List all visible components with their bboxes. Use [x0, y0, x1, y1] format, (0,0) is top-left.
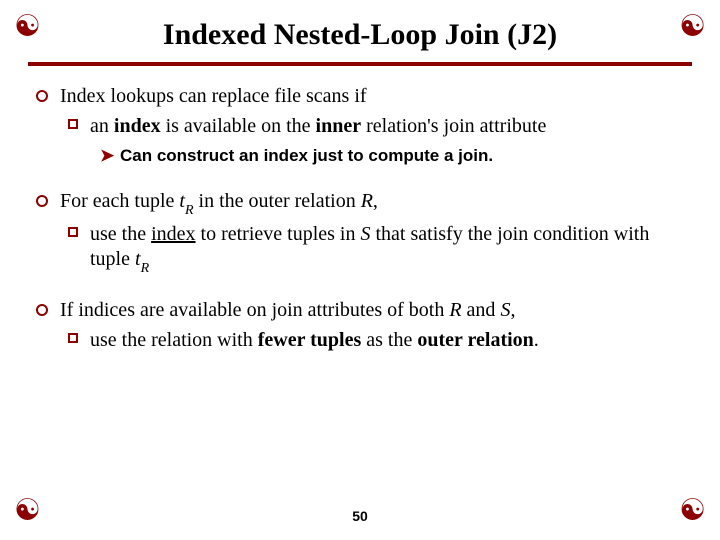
bullet-item: Index lookups can replace file scans if … [60, 84, 680, 167]
slide: ☯ ☯ ☯ ☯ Indexed Nested-Loop Join (J2) In… [0, 0, 720, 540]
bullet-text: Index lookups can replace file scans if [60, 85, 367, 107]
bold-text: inner [316, 115, 362, 137]
italic-var: R [361, 190, 373, 212]
sub-bullet-text: an index is available on the inner relat… [90, 115, 546, 137]
subscript-var: R [141, 261, 150, 276]
arrow-bullet-icon: ➤ [100, 145, 114, 167]
square-bullet-icon [68, 119, 78, 129]
page-number: 50 [0, 508, 720, 524]
bullet-text: For each tuple tR in the outer relation … [60, 190, 378, 212]
text-fragment: an [90, 115, 114, 137]
sub-bullet-item: use the index to retrieve tuples in S th… [90, 222, 680, 277]
italic-var: S [500, 299, 510, 321]
text-fragment: as the [361, 329, 417, 351]
text-fragment: If indices are available on join attribu… [60, 299, 449, 321]
text-fragment: , [373, 190, 378, 212]
bullet-item: If indices are available on join attribu… [60, 298, 680, 353]
slide-title: Indexed Nested-Loop Join (J2) [0, 0, 720, 62]
bullet-text: If indices are available on join attribu… [60, 299, 515, 321]
text-fragment: use the relation with [90, 329, 258, 351]
text-fragment: For each tuple [60, 190, 179, 212]
text-fragment: and [462, 299, 501, 321]
circle-bullet-icon [36, 90, 48, 102]
bold-text: index [114, 115, 161, 137]
text-fragment: in the outer relation [194, 190, 361, 212]
text-fragment: use the [90, 223, 151, 245]
text-fragment: , [510, 299, 515, 321]
slide-body: Index lookups can replace file scans if … [0, 84, 720, 354]
bold-text: fewer tuples [258, 329, 362, 351]
circle-bullet-icon [36, 195, 48, 207]
text-fragment: to retrieve tuples in [196, 223, 361, 245]
text-fragment: relation's join attribute [361, 115, 546, 137]
text-fragment: is available on the [161, 115, 316, 137]
title-rule [28, 62, 692, 66]
underline-text: index [151, 223, 195, 245]
circle-bullet-icon [36, 304, 48, 316]
sub-bullet-item: use the relation with fewer tuples as th… [90, 328, 680, 354]
italic-var: S [360, 223, 370, 245]
text-fragment: . [534, 329, 539, 351]
italic-var: R [449, 299, 461, 321]
square-bullet-icon [68, 333, 78, 343]
sub-bullet-item: an index is available on the inner relat… [90, 114, 680, 167]
subscript-var: R [185, 203, 194, 218]
note-text: Can construct an index just to compute a… [120, 146, 493, 165]
yinyang-icon: ☯ [14, 12, 41, 42]
bullet-item: For each tuple tR in the outer relation … [60, 189, 680, 276]
square-bullet-icon [68, 227, 78, 237]
sub-bullet-text: use the relation with fewer tuples as th… [90, 329, 539, 351]
note-item: ➤ Can construct an index just to compute… [120, 145, 680, 167]
italic-var: t [135, 248, 141, 270]
bold-text: outer relation [417, 329, 533, 351]
sub-bullet-text: use the index to retrieve tuples in S th… [90, 223, 649, 271]
yinyang-icon: ☯ [679, 12, 706, 42]
